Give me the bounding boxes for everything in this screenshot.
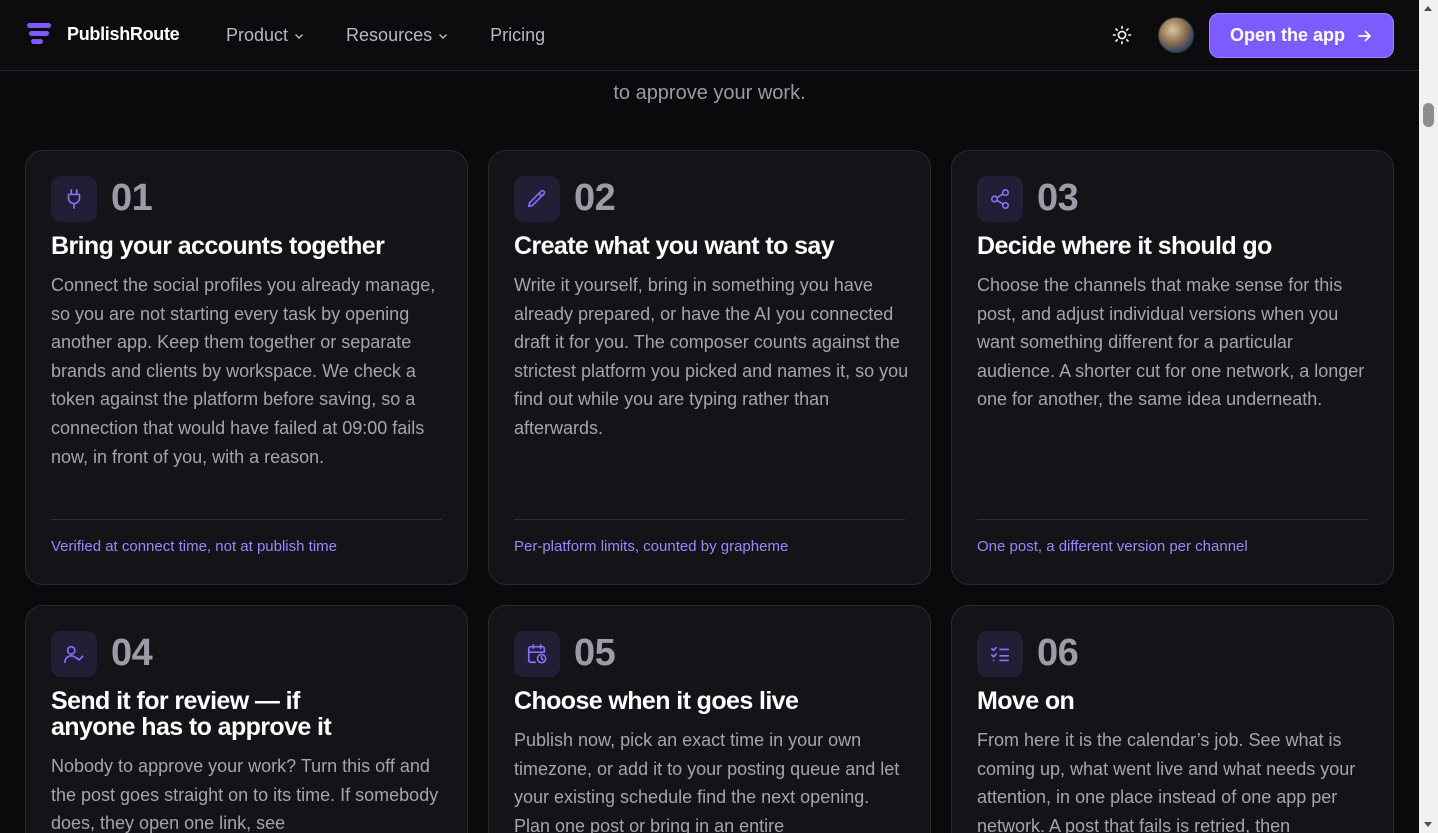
step-description: Nobody to approve your work? Turn this o… [51,756,439,833]
step-card-02: 02 Create what you want to say Write it … [488,150,931,585]
scrollbar-thumb[interactable] [1423,103,1434,127]
plug-icon [67,189,81,209]
nav-pricing-label: Pricing [490,25,546,45]
step-number: 02 [574,177,616,219]
card-icon-badge [977,176,1023,222]
step-card-03: 03 Decide where it should go Choose the … [951,150,1394,585]
scroll-up-arrow-icon[interactable] [1424,6,1432,11]
step-title: Choose when it goes live [514,687,799,715]
step-number: 01 [111,177,153,219]
nav-resources-label: Resources [346,25,433,45]
sun-icon [1112,25,1132,45]
step-card-01: 01 Bring your accounts together Connect … [25,150,468,585]
card-icon-badge [514,176,560,222]
top-navbar: PublishRoute Product Resources Pricing O… [0,0,1419,71]
nav-pricing[interactable]: Pricing [490,25,545,46]
scroll-down-arrow-icon[interactable] [1424,822,1432,827]
step-footer-note: Verified at connect time, not at publish… [51,538,337,555]
brand-name[interactable]: PublishRoute [67,24,180,45]
step-number: 04 [111,632,153,674]
share-icon [990,189,1010,209]
step-footer-note: One post, a different version per channe… [977,538,1248,555]
step-description: Publish now, pick an exact time in your … [514,730,900,833]
publishroute-logo-icon[interactable] [27,23,53,47]
card-divider [514,519,905,520]
chevron-down-icon [295,33,304,39]
step-card-05: 05 Choose when it goes live Publish now,… [488,605,931,833]
nav-product-label: Product [226,25,289,45]
step-title: Bring your accounts together [51,232,385,260]
step-number: 03 [1037,177,1079,219]
arrow-right-icon [1358,30,1371,41]
step-title: Decide where it should go [977,232,1272,260]
page-scrollbar[interactable] [1419,0,1438,833]
nav-product[interactable]: Product [226,25,304,46]
pencil-icon [527,189,546,208]
open-app-label: Open the app [1229,25,1345,45]
card-divider [977,519,1368,520]
card-icon-badge [514,631,560,677]
step-description: From here it is the calendar’s job. See … [977,730,1356,833]
main-nav: Product Resources Pricing [226,25,587,46]
step-title: Create what you want to say [514,232,835,260]
step-title: Send it for review — if anyone has to ap… [51,687,332,741]
step-footer-note: Per-platform limits, counted by grapheme [514,538,789,555]
chevron-down-icon [439,33,448,39]
step-description: Write it yourself, bring in something yo… [514,275,909,438]
user-check-icon [64,645,84,664]
step-description: Connect the social profiles you already … [51,275,436,467]
user-avatar[interactable] [1158,17,1194,53]
step-description: Choose the channels that make sense for … [977,275,1365,410]
nav-resources[interactable]: Resources [346,25,448,46]
step-title: Move on [977,687,1075,715]
card-divider [51,519,442,520]
step-card-04: 04 Send it for review — if anyone has to… [25,605,468,833]
card-icon-badge [977,631,1023,677]
card-icon-badge [51,176,97,222]
theme-toggle-button[interactable] [1108,21,1136,49]
step-number: 05 [574,632,616,674]
list-check-icon [990,646,1010,662]
step-number: 06 [1037,632,1079,674]
step-card-06: 06 Move on From here it is the calendar’… [951,605,1394,833]
card-icon-badge [51,631,97,677]
open-app-button[interactable]: Open the app [1209,13,1394,58]
calendar-clock-icon [527,644,547,664]
intro-text: to approve your work. [613,82,806,104]
